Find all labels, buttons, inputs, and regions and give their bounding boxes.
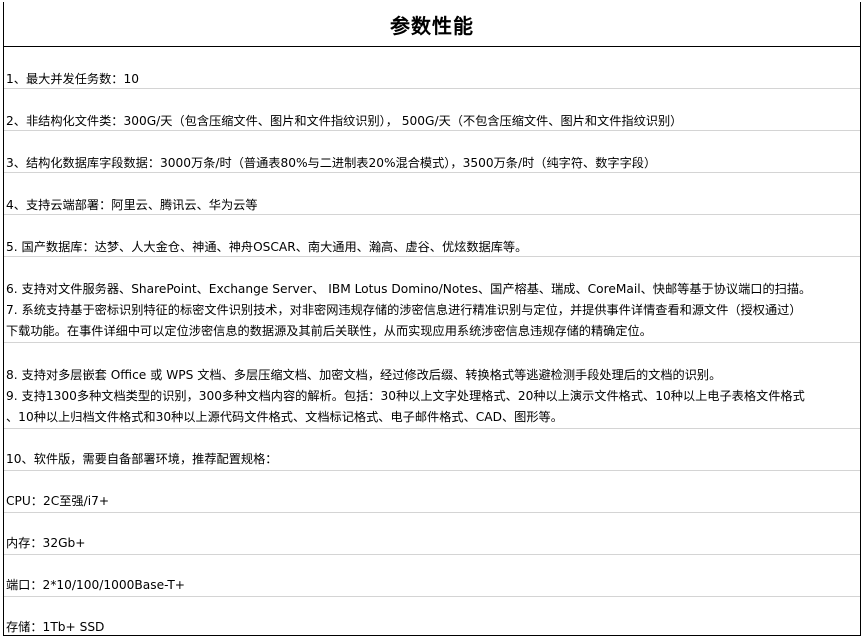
item-line: 下载功能。在事件详细中可以定位涉密信息的数据源及其前后关联性，从而实现应用系统涉… [6,324,652,338]
item-line: 10、软件版，需要自备部署环境，推荐配置规格： [6,452,278,466]
row-2: 2、非结构化文件类：300G/天（包含压缩文件、图片和文件指纹识别）， 500G… [4,89,860,131]
row-10: 内存：32Gb+ [4,513,860,555]
title-cell: 参数性能 [4,2,860,47]
item-line: 7. 系统支持基于密标识别特征的标密文件识别技术，对非密网违规存储的涉密信息进行… [6,303,802,317]
item-line: 2、非结构化文件类：300G/天（包含压缩文件、图片和文件指纹识别）， 500G… [6,114,683,128]
item-line: 3、结构化数据库字段数据：3000万条/时（普通表80%与二进制表20%混合模式… [6,156,657,170]
sheet-bottom-border [4,635,860,636]
item-line: 1、最大并发任务数：10 [6,72,139,86]
row-6: 6. 支持对文件服务器、SharePoint、Exchange Server、 … [4,257,860,343]
item-line: CPU：2C至强/i7+ [6,494,110,508]
row-12: 存储：1Tb+ SSD [4,597,860,636]
item-line: 9. 支持1300多种文档类型的识别，300多种文档内容的解析。包括：30种以上… [6,389,805,403]
item-line: 6. 支持对文件服务器、SharePoint、Exchange Server、 … [6,282,812,296]
spec-sheet: 参数性能 1、最大并发任务数：10 2、非结构化文件类：300G/天（包含压缩文… [3,2,861,636]
sheet-title: 参数性能 [390,13,474,38]
item-line: 、10种以上归档文件格式和30种以上源代码文件格式、文档标记格式、电子邮件格式、… [6,410,563,424]
row-11: 端口：2*10/100/1000Base-T+ [4,555,860,597]
row-8: 10、软件版，需要自备部署环境，推荐配置规格： [4,429,860,471]
item-line: 8. 支持对多层嵌套 Office 或 WPS 文档、多层压缩文档、加密文档，经… [6,368,722,382]
row-9: CPU：2C至强/i7+ [4,471,860,513]
row-5: 5. 国产数据库：达梦、人大金仓、神通、神舟OSCAR、南大通用、瀚高、虚谷、优… [4,215,860,257]
item-line: 端口：2*10/100/1000Base-T+ [6,578,186,592]
row-1: 1、最大并发任务数：10 [4,47,860,89]
row-3: 3、结构化数据库字段数据：3000万条/时（普通表80%与二进制表20%混合模式… [4,131,860,173]
row-7: 8. 支持对多层嵌套 Office 或 WPS 文档、多层压缩文档、加密文档，经… [4,343,860,429]
item-line: 4、支持云端部署：阿里云、腾讯云、华为云等 [6,198,258,212]
item-line: 存储：1Tb+ SSD [6,620,105,634]
item-line: 5. 国产数据库：达梦、人大金仓、神通、神舟OSCAR、南大通用、瀚高、虚谷、优… [6,240,528,254]
row-4: 4、支持云端部署：阿里云、腾讯云、华为云等 [4,173,860,215]
item-line: 内存：32Gb+ [6,536,86,550]
